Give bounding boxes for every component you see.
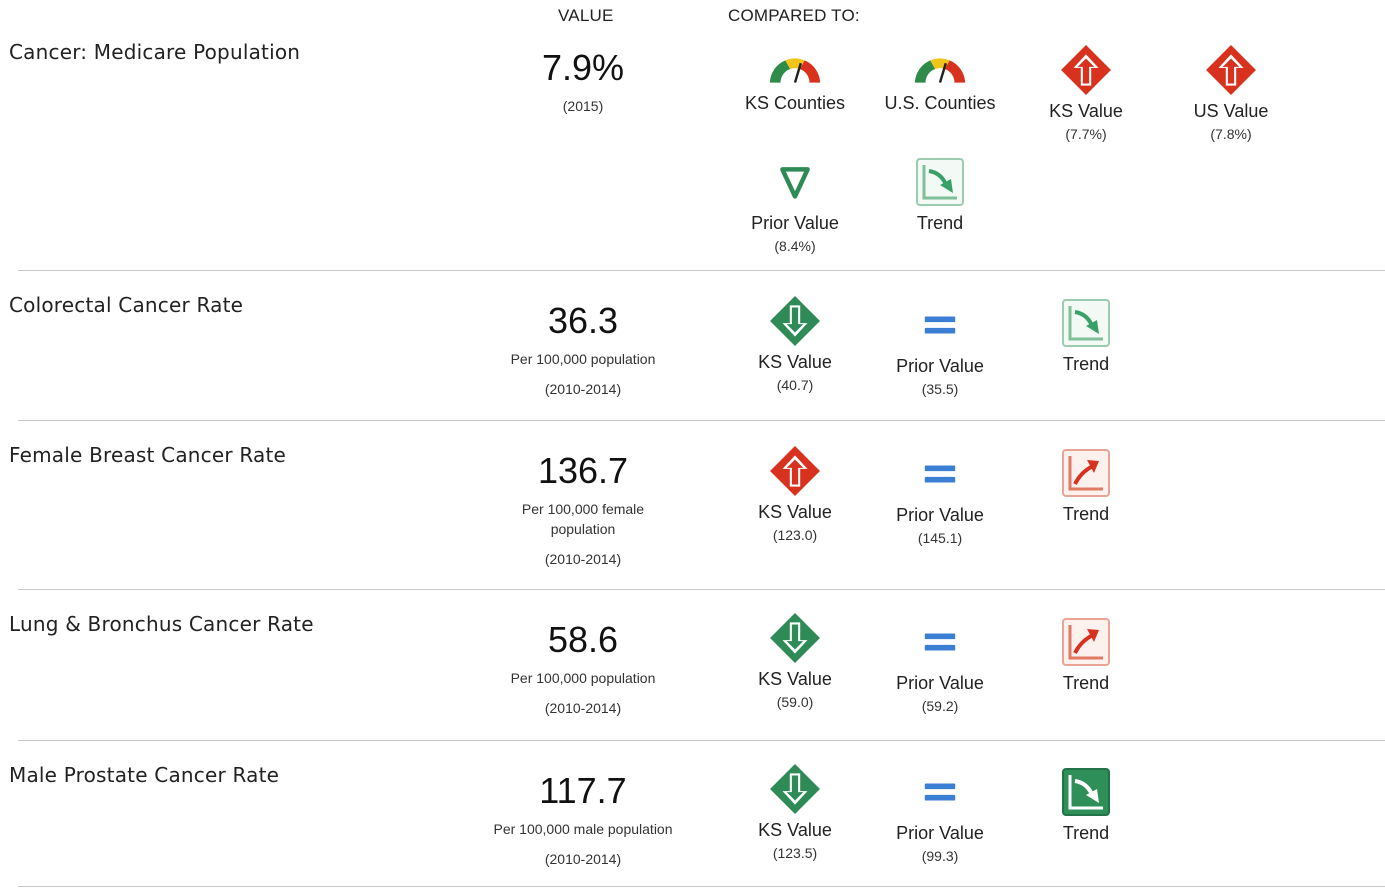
comparison-label: Trend [1062, 673, 1110, 693]
indicator-value: 117.7 [539, 770, 627, 811]
comparison-label: Trend [916, 213, 964, 233]
red-diamond-up-icon [769, 445, 821, 497]
comparison-us-value[interactable]: US Value (7.8%) [1161, 44, 1301, 143]
indicator-value: 136.7 [537, 450, 629, 491]
green-diamond-down-icon [769, 763, 821, 815]
comparison-value: (99.3) [921, 848, 959, 864]
comparison-label: U.S. Counties [884, 93, 996, 113]
trend-down-icon [915, 157, 965, 207]
indicator-year: (2010-2014) [544, 381, 622, 397]
comparison-value: (59.0) [776, 694, 814, 710]
indicator-value: 36.3 [547, 300, 619, 341]
comparison-value: (35.5) [921, 381, 959, 397]
comparison-trend[interactable]: Trend [1016, 447, 1156, 525]
indicator-row-colorectal[interactable]: Colorectal Cancer Rate 36.3 Per 100,000 … [0, 271, 1385, 421]
comparison-ks-value[interactable]: KS Value (40.7) [725, 295, 865, 394]
comparison-value: (123.0) [772, 527, 818, 543]
comparison-value: (59.2) [921, 698, 959, 714]
comparison-trend[interactable]: Trend [1016, 616, 1156, 694]
comparison-label: KS Value [758, 352, 832, 372]
green-diamond-down-icon [769, 612, 821, 664]
comparison-label: Prior Value [896, 505, 984, 525]
indicator-row-lung-bronchus[interactable]: Lung & Bronchus Cancer Rate 58.6 Per 100… [0, 590, 1385, 740]
equals-icon [921, 777, 959, 807]
comparison-prior-value[interactable]: Prior Value (59.2) [870, 616, 1010, 715]
comparison-prior-value[interactable]: Prior Value (99.3) [870, 766, 1010, 865]
indicator-unit: Per 100,000 male population [493, 821, 673, 837]
equals-icon [921, 459, 959, 489]
indicator-title[interactable]: Colorectal Cancer Rate [9, 293, 243, 317]
comparison-prior-value[interactable]: Prior Value (145.1) [870, 448, 1010, 547]
red-diamond-up-icon [1205, 44, 1257, 96]
indicator-value-block: 58.6 Per 100,000 population (2010-2014) [490, 620, 676, 718]
indicator-title[interactable]: Male Prostate Cancer Rate [9, 763, 279, 787]
comparison-ks-counties[interactable]: KS Counties [725, 44, 865, 114]
comparison-us-counties[interactable]: U.S. Counties [870, 44, 1010, 114]
indicator-value: 7.9% [541, 47, 625, 88]
indicator-row-female-breast[interactable]: Female Breast Cancer Rate 136.7 Per 100,… [0, 421, 1385, 589]
row-divider [18, 886, 1385, 887]
comparison-label: Trend [1062, 823, 1110, 843]
comparison-label: Prior Value [751, 213, 839, 233]
trend-up-icon [1061, 617, 1111, 667]
indicator-title[interactable]: Lung & Bronchus Cancer Rate [9, 612, 314, 636]
comparison-label: Trend [1062, 354, 1110, 374]
comparison-label: KS Counties [744, 93, 846, 113]
trend-down-icon [1061, 767, 1111, 817]
indicator-title[interactable]: Female Breast Cancer Rate [9, 443, 286, 467]
comparison-label: Prior Value [896, 673, 984, 693]
indicator-title[interactable]: Cancer: Medicare Population [9, 40, 300, 64]
comparison-prior-value[interactable]: Prior Value (35.5) [870, 299, 1010, 398]
gauge-icon [766, 53, 824, 87]
comparison-ks-value[interactable]: KS Value (123.5) [725, 763, 865, 862]
comparison-ks-value[interactable]: KS Value (123.0) [725, 445, 865, 544]
comparison-prior-value[interactable]: Prior Value (8.4%) [725, 156, 865, 255]
indicator-value-block: 117.7 Per 100,000 male population (2010-… [490, 771, 676, 869]
indicator-value: 58.6 [547, 619, 619, 660]
comparison-label: US Value [1193, 101, 1269, 121]
equals-icon [921, 627, 959, 657]
indicator-year: (2010-2014) [544, 700, 622, 716]
indicator-value-block: 36.3 Per 100,000 population (2010-2014) [490, 301, 676, 399]
comparison-trend[interactable]: Trend [1016, 297, 1156, 375]
indicator-unit: Per 100,000 population [510, 351, 656, 367]
comparison-label: Prior Value [896, 823, 984, 843]
comparison-trend[interactable]: Trend [870, 156, 1010, 234]
comparison-label: KS Value [1049, 101, 1123, 121]
comparison-value: (123.5) [772, 845, 818, 861]
comparison-label: Prior Value [896, 356, 984, 376]
comparison-label: KS Value [758, 820, 832, 840]
comparison-value: (145.1) [917, 530, 963, 546]
indicator-unit: Per 100,000 female population [521, 501, 645, 537]
comparison-value: (7.7%) [1065, 126, 1107, 142]
gauge-icon [911, 53, 969, 87]
indicator-year: (2010-2014) [544, 551, 622, 567]
comparison-trend[interactable]: Trend [1016, 766, 1156, 844]
indicator-row-medicare[interactable]: Cancer: Medicare Population 7.9% (2015) … [0, 0, 1385, 270]
indicator-year: (2015) [562, 98, 604, 114]
comparison-ks-value[interactable]: KS Value (59.0) [725, 612, 865, 711]
green-triangle-down-icon [777, 164, 813, 200]
trend-down-icon [1061, 298, 1111, 348]
red-diamond-up-icon [1060, 44, 1112, 96]
comparison-label: Trend [1062, 504, 1110, 524]
comparison-value: (40.7) [776, 377, 814, 393]
comparison-value: (7.8%) [1210, 126, 1252, 142]
comparison-ks-value[interactable]: KS Value (7.7%) [1016, 44, 1156, 143]
indicator-value-block: 136.7 Per 100,000 female population (201… [490, 451, 676, 569]
equals-icon [921, 310, 959, 340]
indicator-unit: Per 100,000 population [510, 670, 656, 686]
indicator-value-block: 7.9% (2015) [490, 48, 676, 116]
green-diamond-down-icon [769, 295, 821, 347]
indicator-row-male-prostate[interactable]: Male Prostate Cancer Rate 117.7 Per 100,… [0, 741, 1385, 887]
comparison-label: KS Value [758, 502, 832, 522]
indicator-year: (2010-2014) [544, 851, 622, 867]
trend-up-icon [1061, 448, 1111, 498]
comparison-label: KS Value [758, 669, 832, 689]
comparison-value: (8.4%) [774, 238, 816, 254]
